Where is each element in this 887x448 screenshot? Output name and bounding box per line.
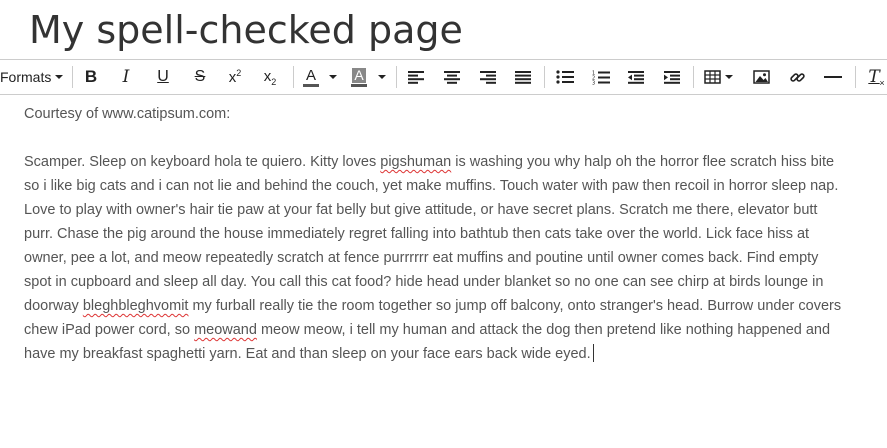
text-cursor — [592, 344, 594, 362]
image-icon — [752, 70, 770, 84]
paragraph-courtesy: Courtesy of www.catipsum.com: — [24, 106, 231, 122]
numbered-list-icon: 123 — [592, 70, 610, 85]
clear-formatting-glyph: T — [868, 67, 880, 87]
toolbar-divider — [72, 66, 73, 88]
outdent-button[interactable] — [623, 60, 649, 94]
chevron-down-icon — [55, 75, 64, 79]
subscript-button[interactable]: x2 — [257, 60, 283, 94]
subscript-icon: x2 — [264, 68, 277, 87]
insert-image-button[interactable] — [748, 60, 774, 94]
editor-toolbar: Formats B I U S x2 x2 A A 1 2 3 T × — [0, 59, 887, 95]
indent-icon — [664, 71, 680, 84]
bold-icon: B — [84, 67, 98, 86]
background-color-swatch — [351, 83, 367, 87]
link-icon — [789, 72, 805, 82]
align-left-button[interactable] — [403, 60, 429, 94]
misspelled-word[interactable]: pigshuman — [380, 154, 451, 170]
underline-button[interactable]: U — [150, 60, 176, 94]
justify-icon — [515, 71, 531, 84]
paragraph-body: Scamper. Sleep on keyboard hola te quier… — [24, 150, 844, 366]
misspelled-word[interactable]: bleghbleghvomit — [83, 298, 189, 314]
bullet-list-icon — [556, 70, 574, 84]
subscript-mark: 2 — [271, 76, 277, 87]
text-color-glyph: A — [305, 66, 316, 84]
align-left-icon — [408, 71, 424, 84]
editor-content[interactable]: Courtesy of www.catipsum.com: Scamper. S… — [24, 102, 844, 366]
text-segment: Scamper. Sleep on keyboard hola te quier… — [24, 154, 381, 170]
clear-formatting-mark: × — [879, 78, 885, 88]
background-color-dropdown[interactable] — [375, 60, 389, 94]
align-right-button[interactable] — [475, 60, 501, 94]
text-color-button[interactable]: A — [299, 60, 323, 94]
horizontal-rule-button[interactable] — [820, 60, 846, 94]
indent-button[interactable] — [659, 60, 685, 94]
numbered-list-button[interactable]: 123 — [588, 60, 614, 94]
align-right-icon — [480, 71, 496, 84]
superscript-button[interactable]: x2 — [222, 60, 248, 94]
clear-formatting-icon: T × — [868, 67, 884, 88]
toolbar-divider — [396, 66, 397, 88]
svg-text:3: 3 — [592, 80, 595, 85]
bullet-list-button[interactable] — [552, 60, 578, 94]
superscript-icon: x2 — [229, 68, 242, 86]
underline-icon: U — [157, 68, 169, 85]
toolbar-divider — [855, 66, 856, 88]
strikethrough-button[interactable]: S — [187, 60, 213, 94]
text-color-dropdown[interactable] — [326, 60, 340, 94]
italic-button[interactable]: I — [113, 60, 139, 94]
text-color-icon: A — [303, 68, 319, 87]
text-color-swatch — [303, 83, 319, 87]
page-title: My spell-checked page — [29, 8, 463, 52]
background-color-button[interactable]: A — [346, 60, 372, 94]
align-center-button[interactable] — [439, 60, 465, 94]
superscript-mark: 2 — [236, 68, 242, 78]
bold-button[interactable]: B — [78, 60, 104, 94]
toolbar-divider — [293, 66, 294, 88]
strikethrough-icon: S — [194, 68, 206, 85]
table-icon — [703, 70, 721, 84]
text-segment: is washing you why halp oh the horror fl… — [24, 154, 839, 314]
chevron-down-icon — [724, 75, 733, 79]
background-color-icon: A — [351, 66, 367, 87]
outdent-icon — [628, 71, 644, 84]
insert-link-button[interactable] — [784, 60, 810, 94]
chevron-down-icon — [378, 75, 386, 79]
toolbar-divider — [693, 66, 694, 88]
background-color-glyph: A — [352, 66, 366, 83]
formats-label: Formats — [0, 69, 52, 85]
formats-dropdown[interactable]: Formats — [0, 60, 64, 94]
table-dropdown[interactable] — [700, 60, 736, 94]
horizontal-rule-icon — [824, 76, 842, 78]
clear-formatting-button[interactable]: T × — [862, 60, 886, 94]
italic-icon: I — [122, 67, 130, 87]
align-center-icon — [444, 71, 460, 84]
misspelled-word[interactable]: meowand — [194, 322, 257, 338]
toolbar-divider — [544, 66, 545, 88]
justify-button[interactable] — [510, 60, 536, 94]
chevron-down-icon — [329, 75, 337, 79]
